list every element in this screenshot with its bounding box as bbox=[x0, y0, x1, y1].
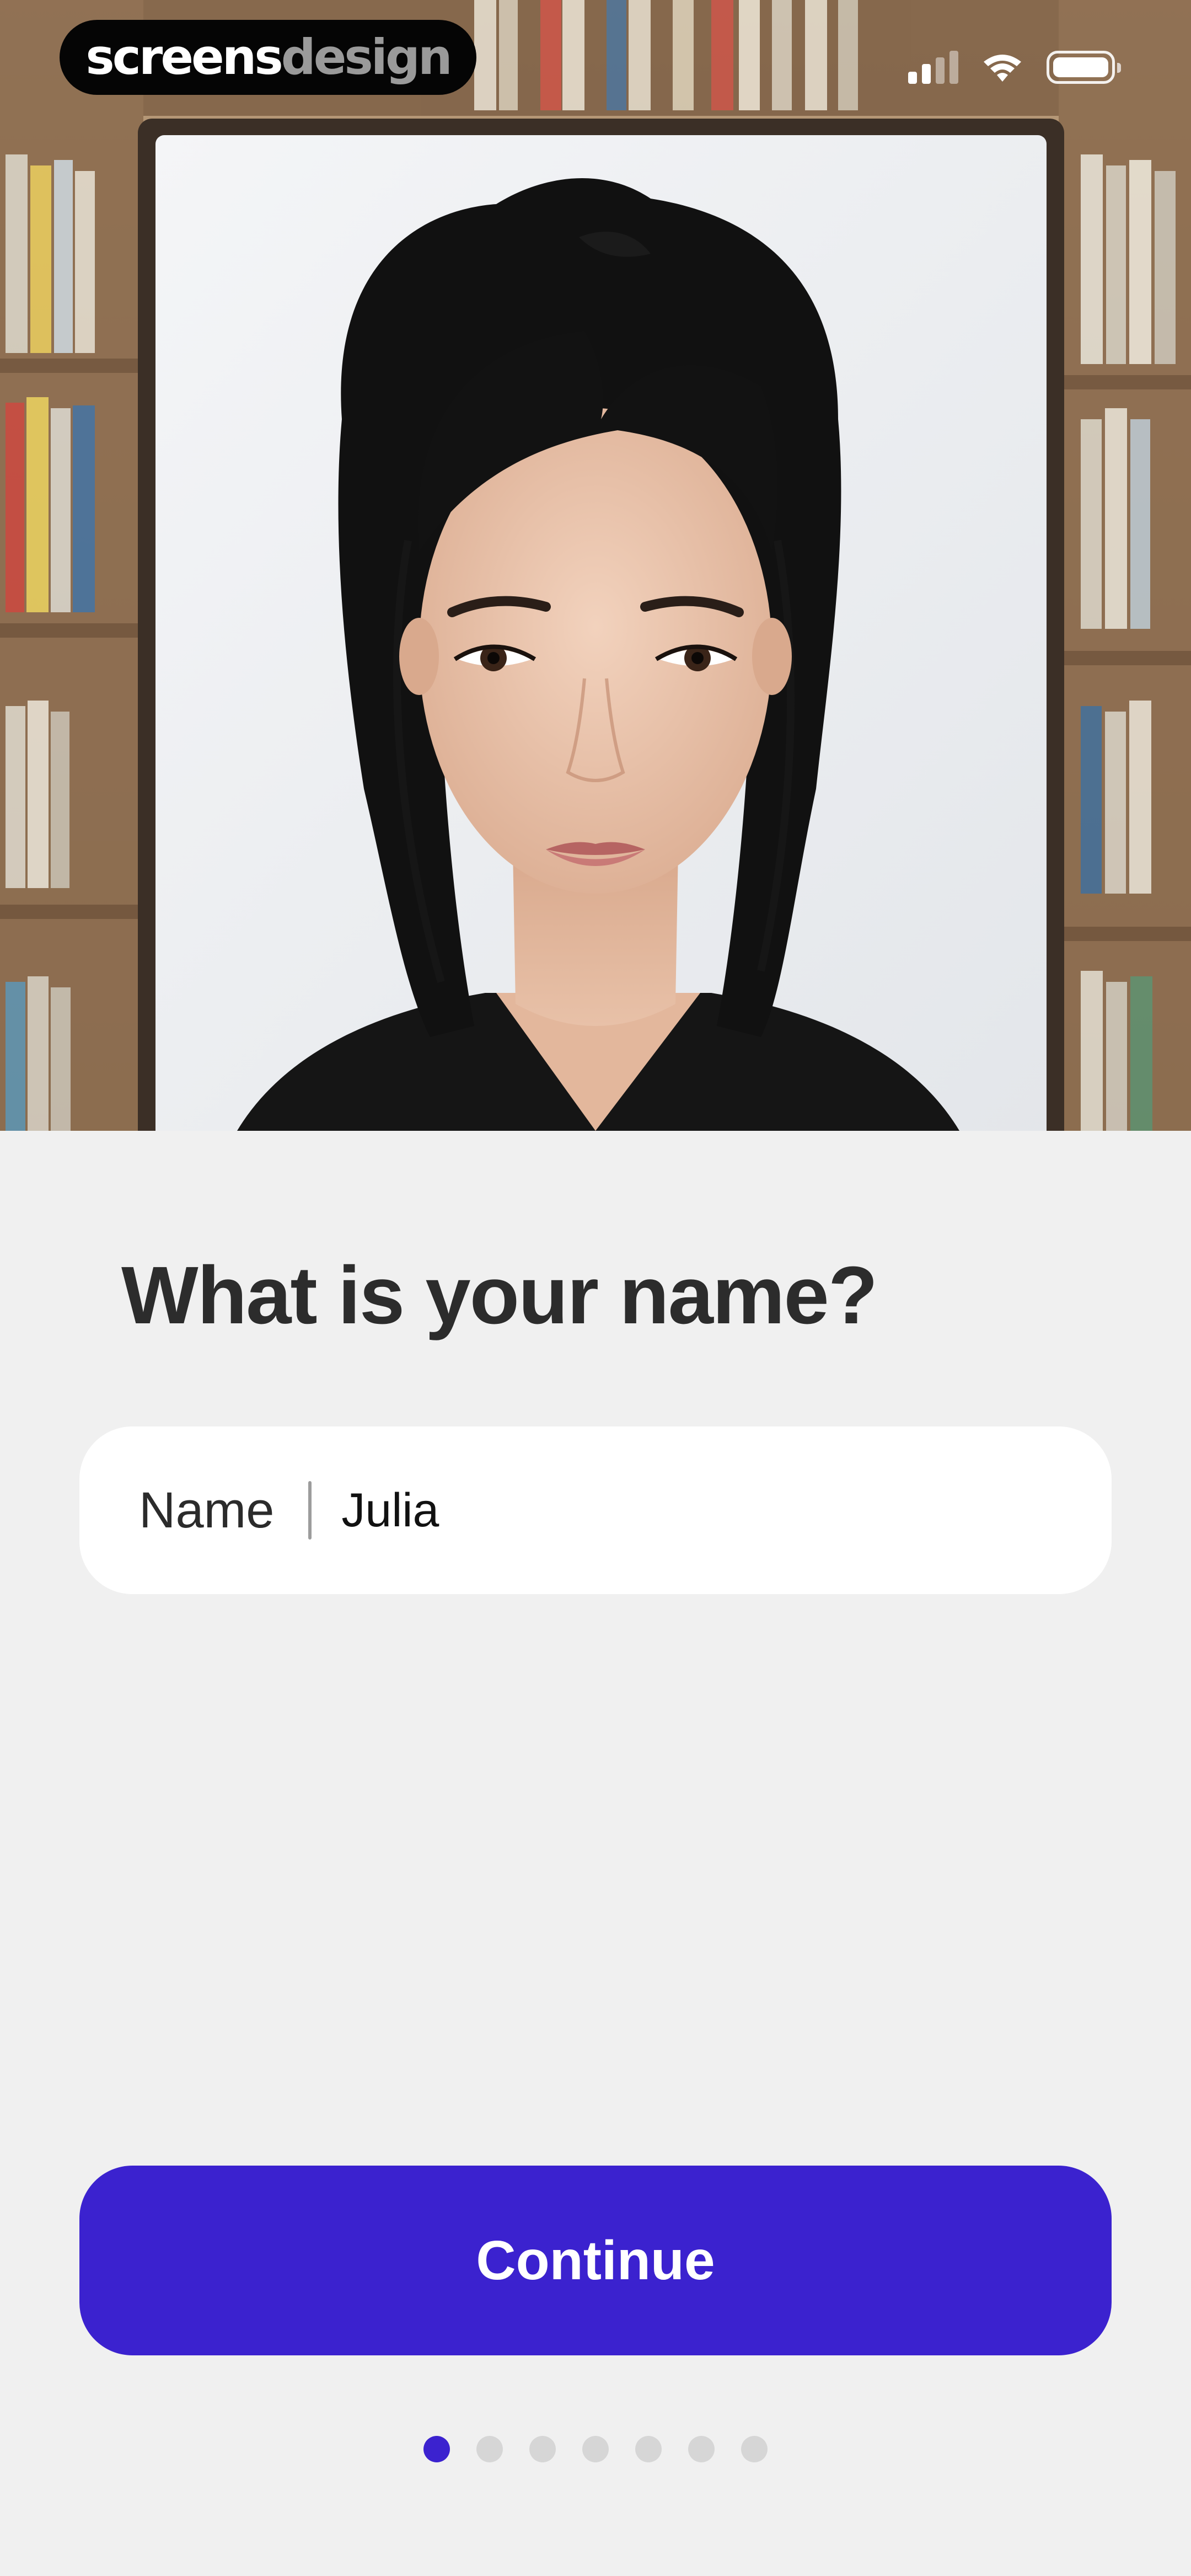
status-bar-icons bbox=[908, 47, 1121, 87]
signal-icon bbox=[908, 51, 958, 84]
field-divider bbox=[308, 1481, 312, 1540]
name-field-label: Name bbox=[139, 1482, 275, 1538]
page-dot-6 bbox=[688, 2436, 715, 2462]
onboarding-screen: screens design What is your name? Name Ju… bbox=[0, 0, 1191, 2576]
name-field[interactable]: Name Julia bbox=[79, 1426, 1112, 1594]
page-dot-3 bbox=[529, 2436, 556, 2462]
brand-text-primary: screens bbox=[85, 29, 283, 85]
page-dot-7 bbox=[741, 2436, 768, 2462]
name-input[interactable]: Julia bbox=[341, 1483, 439, 1538]
page-dot-2 bbox=[476, 2436, 503, 2462]
screensdesign-logo: screens design bbox=[60, 20, 476, 95]
page-dot-1 bbox=[423, 2436, 450, 2462]
page-dot-5 bbox=[635, 2436, 662, 2462]
portrait-photo bbox=[0, 0, 1191, 1131]
continue-button[interactable]: Continue bbox=[79, 2166, 1112, 2355]
brand-text-secondary: design bbox=[281, 29, 453, 85]
page-dot-4 bbox=[582, 2436, 609, 2462]
wifi-icon bbox=[981, 52, 1023, 83]
pagination-dots bbox=[0, 2436, 1191, 2462]
battery-icon bbox=[1047, 51, 1121, 84]
page-title: What is your name? bbox=[121, 1250, 878, 1341]
